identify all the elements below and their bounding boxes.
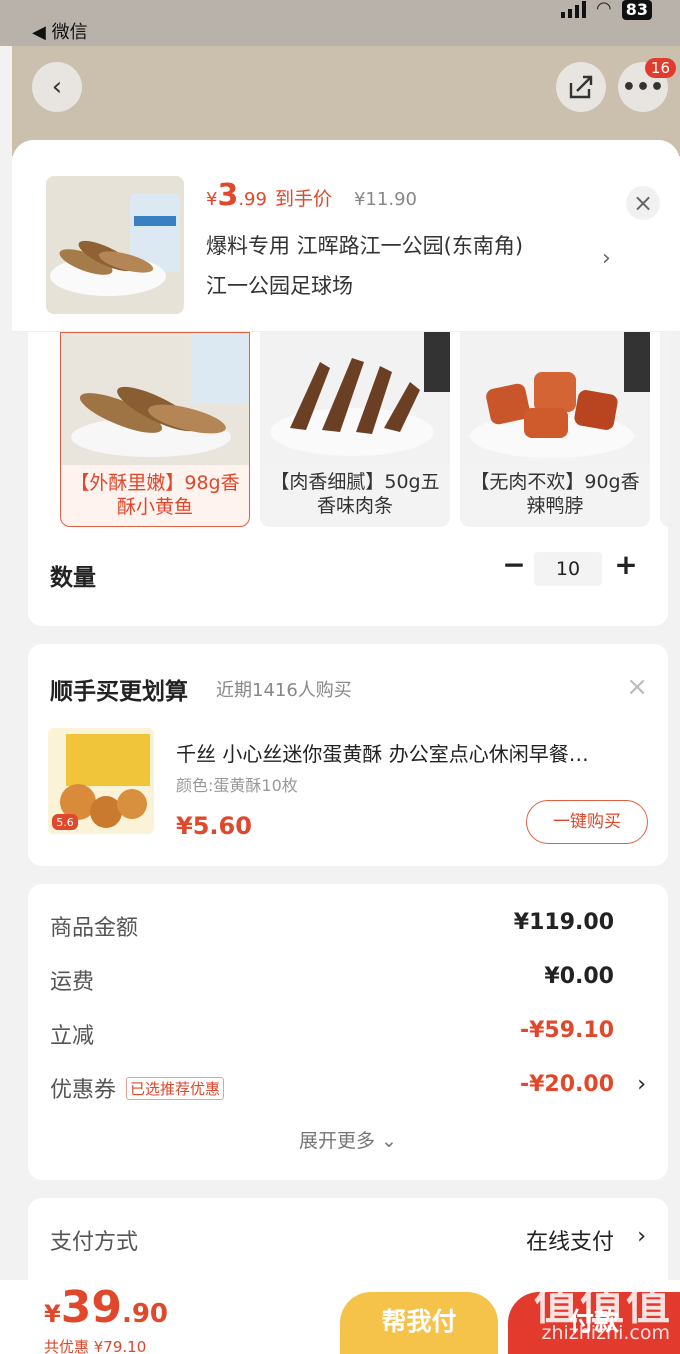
summary-key: 立减 bbox=[50, 1024, 95, 1049]
order-sheet: ¥3.99 到手价 ¥11.90 爆料专用 江晖路江一公园(东南角) 江一公园足… bbox=[12, 140, 680, 1354]
help-me-pay-button[interactable]: 帮我付 bbox=[340, 1292, 498, 1354]
chevron-right-icon[interactable]: › bbox=[637, 1072, 646, 1097]
payment-value: 在线支付 bbox=[525, 1230, 614, 1255]
variant-image-fish bbox=[61, 333, 249, 465]
share-icon bbox=[569, 75, 593, 99]
address-line-2: 江一公园足球场 bbox=[206, 274, 353, 298]
close-button[interactable]: × bbox=[626, 186, 660, 220]
status-bar: ◀ 微信 ◠ 83 bbox=[0, 0, 680, 46]
coupon-tag: 已选推荐优惠 bbox=[126, 1077, 225, 1100]
upsell-product-image[interactable]: 5.6 bbox=[48, 728, 154, 834]
summary-value: -¥59.10 bbox=[519, 1018, 614, 1043]
upsell-close-icon[interactable]: × bbox=[626, 672, 648, 702]
back-button[interactable]: ‹ bbox=[32, 62, 82, 112]
upsell-image-badge: 5.6 bbox=[56, 816, 74, 829]
upsell-price: ¥5.60 bbox=[176, 812, 252, 840]
variant-option-more[interactable] bbox=[660, 332, 668, 527]
delivery-address[interactable]: 爆料专用 江晖路江一公园(东南角) 江一公园足球场 bbox=[206, 226, 596, 306]
variant-label: 【无肉不欢】90g香辣鸭脖 bbox=[470, 471, 640, 517]
total-decimal: .90 bbox=[121, 1299, 168, 1329]
summary-row-subtotal: 商品金额 ¥119.00 bbox=[50, 910, 614, 942]
upsell-product-name[interactable]: 千丝 小心丝迷你蛋黄酥 办公室点心休闲早餐… bbox=[176, 738, 648, 767]
upsell-product-spec: 颜色:蛋黄酥10枚 bbox=[176, 776, 298, 795]
share-button[interactable] bbox=[556, 62, 606, 112]
chevron-left-icon: ‹ bbox=[51, 72, 63, 102]
signal-icon bbox=[561, 0, 587, 18]
more-dots-icon: ••• bbox=[621, 74, 665, 100]
notification-badge: 16 bbox=[644, 58, 676, 78]
variant-option-3[interactable]: 【无肉不欢】90g香辣鸭脖 bbox=[460, 332, 650, 527]
wifi-icon: ◠ bbox=[596, 0, 612, 19]
original-price: ¥11.90 bbox=[353, 189, 417, 210]
total-price: ¥39.90 bbox=[44, 1282, 168, 1333]
summary-row-coupon[interactable]: 优惠券 已选推荐优惠 -¥20.00 bbox=[50, 1072, 614, 1104]
watermark-url: zhizhizhi.com bbox=[541, 1322, 670, 1344]
address-line-1: 爆料专用 江晖路江一公园(东南角) bbox=[206, 234, 524, 258]
quantity-decrease-button[interactable]: − bbox=[494, 548, 534, 581]
variant-image-meat bbox=[260, 332, 450, 464]
price-decimal: .99 bbox=[238, 189, 267, 210]
price-integer: 3 bbox=[217, 178, 239, 213]
quantity-increase-button[interactable]: + bbox=[606, 548, 646, 581]
variant-label: 【外酥里嫩】98g香酥小黄鱼 bbox=[70, 472, 240, 518]
summary-value: ¥0.00 bbox=[544, 964, 614, 989]
summary-key: 商品金额 bbox=[50, 916, 139, 941]
total-symbol: ¥ bbox=[44, 1300, 61, 1328]
price-symbol: ¥ bbox=[206, 189, 218, 210]
summary-key: 运费 bbox=[50, 970, 95, 995]
variant-option-2[interactable]: 【肉香细腻】50g五香味肉条 bbox=[260, 332, 450, 527]
price-summary-card: 商品金额 ¥119.00 运费 ¥0.00 立减 -¥59.10 优惠券 已选推荐… bbox=[28, 884, 668, 1180]
close-icon: × bbox=[632, 189, 654, 217]
summary-value: -¥20.00 bbox=[519, 1072, 614, 1097]
back-to-wechat[interactable]: ◀ 微信 bbox=[32, 18, 88, 44]
price-line: ¥3.99 到手价 ¥11.90 bbox=[206, 178, 417, 213]
status-icons: ◠ 83 bbox=[561, 0, 652, 22]
upsell-card: 顺手买更划算 近期1416人购买 × 5.6 千丝 小心丝迷你蛋黄酥 办公室点心… bbox=[28, 644, 668, 866]
one-click-buy-button[interactable]: 一键购买 bbox=[526, 800, 648, 844]
chevron-right-icon[interactable]: › bbox=[637, 1224, 646, 1249]
total-discount: 共优惠 ¥79.10 bbox=[44, 1338, 147, 1354]
chevron-right-icon: › bbox=[602, 246, 611, 271]
summary-row-discount: 立减 -¥59.10 bbox=[50, 1018, 614, 1050]
final-price-tag: 到手价 bbox=[274, 188, 332, 210]
sheet-header: ¥3.99 到手价 ¥11.90 爆料专用 江晖路江一公园(东南角) 江一公园足… bbox=[12, 140, 680, 332]
product-thumbnail bbox=[46, 176, 184, 314]
battery-icon: 83 bbox=[621, 0, 652, 20]
summary-row-shipping: 运费 ¥0.00 bbox=[50, 964, 614, 996]
variant-label: 【肉香细腻】50g五香味肉条 bbox=[270, 471, 440, 517]
quantity-label: 数量 bbox=[50, 565, 96, 591]
variant-option-1[interactable]: 【外酥里嫩】98g香酥小黄鱼 bbox=[60, 332, 250, 527]
total-integer: 39 bbox=[60, 1282, 122, 1333]
variant-image-duck-neck bbox=[460, 332, 650, 464]
payment-method-row[interactable]: 支付方式 在线支付 bbox=[50, 1224, 614, 1256]
quantity-input[interactable]: 10 bbox=[534, 552, 602, 586]
variants-card: 【外酥里嫩】98g香酥小黄鱼 【肉香细腻】50g五香味肉条 【无肉不欢】90g香… bbox=[28, 332, 668, 626]
upsell-subtitle: 近期1416人购买 bbox=[216, 680, 352, 701]
expand-more-button[interactable]: 展开更多 ⌄ bbox=[28, 1126, 668, 1153]
payment-label: 支付方式 bbox=[50, 1230, 139, 1255]
upsell-title: 顺手买更划算 bbox=[50, 679, 188, 705]
summary-value: ¥119.00 bbox=[513, 910, 614, 935]
summary-key: 优惠券 bbox=[50, 1078, 117, 1103]
